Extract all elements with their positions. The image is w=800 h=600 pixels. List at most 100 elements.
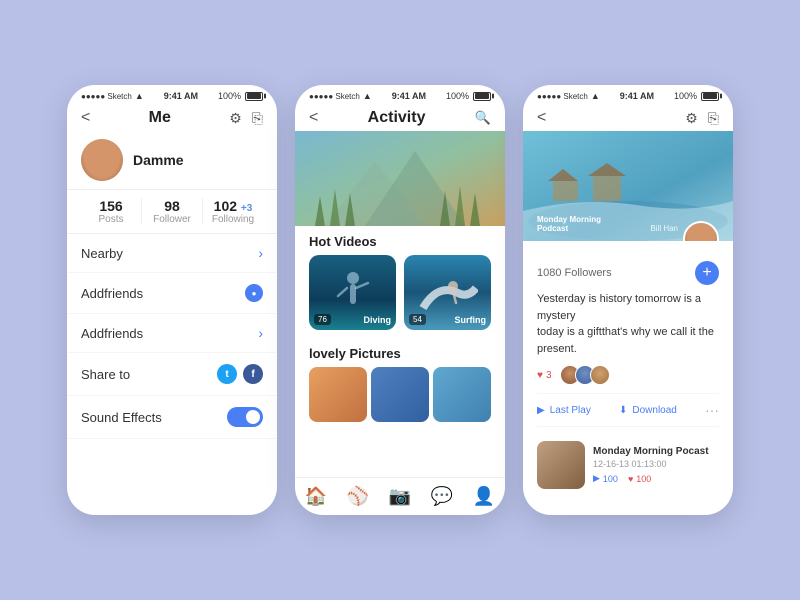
more-dots-icon[interactable]: ··· — [705, 402, 719, 418]
stats-row: 156 Posts 98 Follower 102 +3 Following — [67, 189, 277, 234]
stat-posts: 156 Posts — [81, 198, 141, 225]
gear-icon-1[interactable]: ⚙ — [229, 110, 242, 127]
video-card-surf[interactable]: 54 Surfing — [404, 255, 491, 330]
menu-list: Nearby › Addfriends ● Addfriends › Share… — [67, 234, 277, 515]
status-right-1: 100% — [218, 91, 263, 101]
back-button-2[interactable]: < — [309, 109, 318, 127]
battery-icon-3 — [701, 92, 719, 101]
picture-row — [295, 367, 505, 422]
status-right-3: 100% — [674, 91, 719, 101]
nav-bar-3: < ⚙ ⎘ — [523, 105, 733, 131]
reaction-row: ♥ 3 — [537, 365, 719, 385]
surf-count: 54 — [409, 314, 426, 325]
podcast-actions: ▶ 100 ♥ 100 — [593, 473, 719, 484]
share-icon-3[interactable]: ⎘ — [708, 110, 719, 127]
addfriends1-label: Addfriends — [81, 286, 143, 301]
followers-row: 1080 Followers + — [537, 261, 719, 285]
posts-label: Posts — [81, 214, 141, 225]
addfriends-badge: ● — [245, 284, 263, 302]
picture-2[interactable] — [371, 367, 429, 422]
social-content: 1080 Followers + Yesterday is history to… — [523, 241, 733, 515]
bottom-nav: 🏠 ⚾ 📷 💬 👤 — [295, 477, 505, 515]
activity-title: Activity — [368, 109, 426, 127]
menu-item-addfriends1[interactable]: Addfriends ● — [67, 273, 277, 314]
play-label: Last Play — [550, 405, 591, 416]
picture-3[interactable] — [433, 367, 491, 422]
surfer-svg — [418, 268, 478, 318]
status-bar-2: ●●●●● Sketch ▲ 9:41 AM 100% — [295, 85, 505, 105]
social-icons: t f — [217, 364, 263, 384]
nav-bar-2: < Activity 🔍 — [295, 105, 505, 131]
status-carrier-3: ●●●●● Sketch ▲ — [537, 91, 600, 101]
status-right-2: 100% — [446, 91, 491, 101]
podcast-heart-button[interactable]: ♥ 100 — [628, 474, 651, 484]
bottom-profile-icon[interactable]: 👤 — [473, 486, 495, 507]
carrier-text-3: ●●●●● Sketch — [537, 92, 588, 101]
hot-videos-title: Hot Videos — [295, 226, 505, 255]
carrier-text: ●●●●● Sketch — [81, 92, 132, 101]
surf-label: Surfing — [455, 315, 487, 325]
podcast-date: 12-16-13 01:13:00 — [593, 459, 719, 469]
menu-item-shareto[interactable]: Share to t f — [67, 353, 277, 396]
profile-section: Damme — [67, 133, 277, 189]
menu-item-soundeffects[interactable]: Sound Effects — [67, 396, 277, 439]
following-plus: +3 — [241, 203, 252, 214]
wifi-icon: ▲ — [135, 91, 144, 101]
wifi-icon-3: ▲ — [591, 91, 600, 101]
bottom-camera-icon[interactable]: 📷 — [389, 486, 411, 507]
heart-count[interactable]: ♥ 3 — [537, 370, 552, 381]
play-icon: ▶ — [537, 405, 545, 416]
menu-item-addfriends2[interactable]: Addfriends › — [67, 314, 277, 353]
lovely-pictures-title: lovely Pictures — [295, 338, 505, 367]
diver-svg — [333, 268, 373, 318]
battery-pct-3: 100% — [674, 91, 697, 101]
battery-pct-1: 100% — [218, 91, 241, 101]
status-carrier-1: ●●●●● Sketch ▲ — [81, 91, 144, 101]
heart-icon: ♥ — [537, 370, 543, 381]
menu-item-nearby[interactable]: Nearby › — [67, 234, 277, 273]
podcast-play-button[interactable]: ▶ 100 — [593, 473, 618, 484]
shareto-label: Share to — [81, 367, 130, 382]
addfriends2-label: Addfriends — [81, 326, 143, 341]
nearby-arrow-icon: › — [258, 245, 263, 261]
avatar-image — [81, 139, 123, 181]
download-icon: ⬇ — [619, 405, 627, 416]
podcast-info: Monday Morning Pocast 12-16-13 01:13:00 … — [593, 446, 719, 484]
avatar-stack — [560, 365, 610, 385]
podcast-play-icon: ▶ — [593, 473, 600, 484]
follower-label: Follower — [142, 214, 202, 225]
bottom-home-icon[interactable]: 🏠 — [305, 486, 327, 507]
battery-icon-2 — [473, 92, 491, 101]
sound-label: Sound Effects — [81, 410, 162, 425]
share-icon-1[interactable]: ⎘ — [252, 110, 263, 127]
hero-podcast-label: Monday Morning Podcast — [537, 215, 601, 233]
followers-count: 1080 Followers — [537, 267, 612, 279]
search-icon-2[interactable]: 🔍 — [475, 110, 491, 126]
picture-1[interactable] — [309, 367, 367, 422]
back-button-1[interactable]: < — [81, 109, 90, 127]
social-hero: Monday Morning Podcast Bill Han — [523, 131, 733, 241]
nav-icons-1: ⚙ ⎘ — [229, 110, 263, 127]
back-button-3[interactable]: < — [537, 109, 546, 127]
sound-toggle[interactable] — [227, 407, 263, 427]
carrier-text-2: ●●●●● Sketch — [309, 92, 360, 101]
gear-icon-3[interactable]: ⚙ — [685, 110, 698, 127]
bottom-activity-icon[interactable]: ⚾ — [347, 486, 369, 507]
nearby-label: Nearby — [81, 246, 123, 261]
action-row: ▶ Last Play ⬇ Download ··· — [537, 393, 719, 427]
post-text: Yesterday is history tomorrow is a myste… — [537, 291, 719, 357]
podcast-card: Monday Morning Pocast 12-16-13 01:13:00 … — [537, 435, 719, 495]
status-time-2: 9:41 AM — [392, 91, 426, 101]
battery-icon-1 — [245, 92, 263, 101]
last-play-button[interactable]: ▶ Last Play — [537, 405, 591, 416]
bottom-chat-icon[interactable]: 💬 — [431, 486, 453, 507]
wifi-icon-2: ▲ — [363, 91, 372, 101]
video-card-dive[interactable]: 76 Diving — [309, 255, 396, 330]
download-button[interactable]: ⬇ Download — [619, 405, 677, 416]
follow-plus-button[interactable]: + — [695, 261, 719, 285]
avatar — [81, 139, 123, 181]
stat-follower: 98 Follower — [141, 198, 202, 225]
follower-count: 98 — [142, 198, 202, 214]
profile-name: Damme — [133, 152, 184, 168]
status-bar-1: ●●●●● Sketch ▲ 9:41 AM 100% — [67, 85, 277, 105]
